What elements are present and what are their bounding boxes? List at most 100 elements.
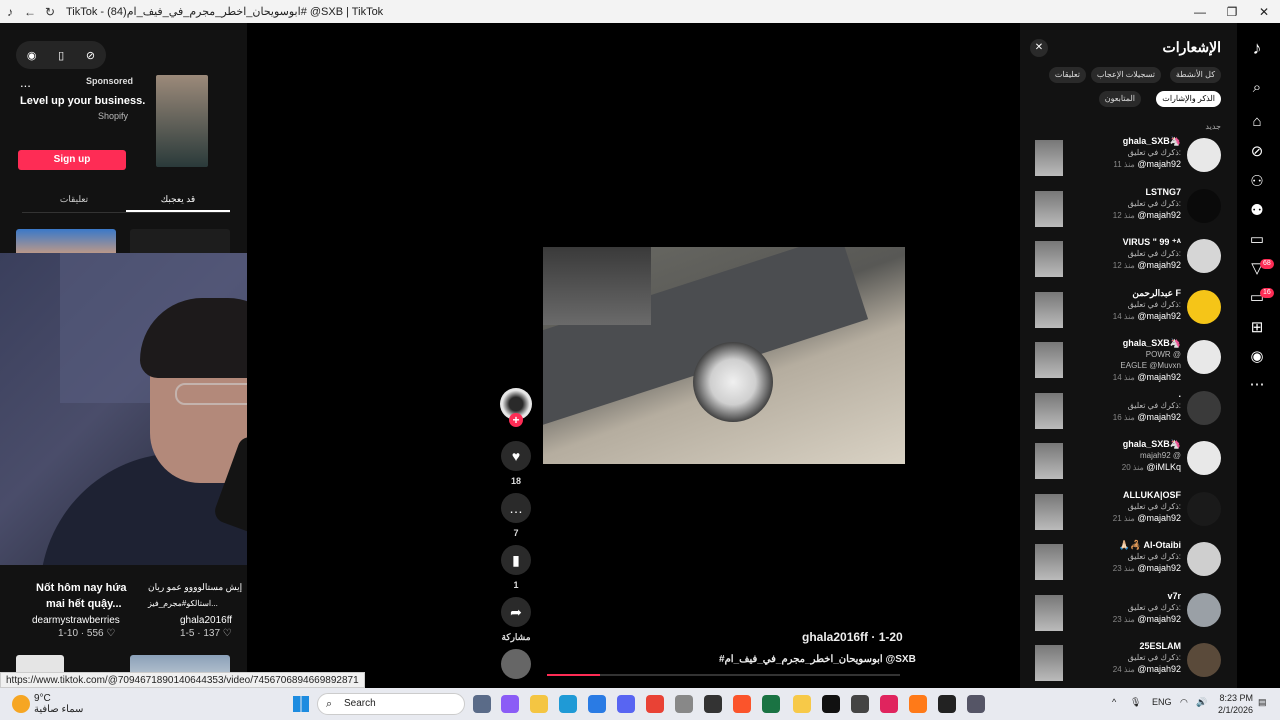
notification-name[interactable]: ghala_SXB🦄 (1123, 338, 1181, 349)
notification-mention[interactable]: @majah92 (1137, 513, 1181, 523)
notification-video-preview[interactable] (1035, 594, 1063, 631)
more-icon[interactable]: ⋯ (1246, 374, 1268, 396)
chip-comments[interactable]: تعليقات (1048, 67, 1086, 83)
profile-avatar-icon[interactable]: ◉ (1246, 346, 1268, 368)
notification-name[interactable]: v7r (1167, 591, 1181, 601)
notification-item[interactable]: 🙏🏻🦂 Al-Otaibi ذكرك في تعليق: منذ 23 @majah… (1020, 540, 1237, 586)
like-action[interactable]: ♥ 18 (500, 441, 532, 486)
compass-icon[interactable]: ⊘ (86, 49, 95, 62)
upload-icon[interactable]: ⊞ (1246, 317, 1268, 339)
notification-avatar[interactable] (1187, 188, 1221, 223)
notification-name[interactable]: VIRUS " 99 ⁺ᴬ (1123, 237, 1181, 248)
sign-up-button[interactable]: Sign up (18, 150, 126, 170)
brave-icon[interactable] (733, 695, 751, 713)
notification-name[interactable]: ALLUKA|OSF (1123, 490, 1181, 500)
app-icon[interactable] (880, 695, 898, 713)
notification-video-preview[interactable] (1035, 241, 1063, 277)
notification-mention[interactable]: @majah92 (1137, 563, 1181, 573)
close-icon[interactable]: ✕ (1030, 39, 1048, 57)
notification-item[interactable]: v7r ذكرك في تعليق: منذ 23 @majah92 (1020, 591, 1237, 637)
notification-item[interactable]: عبدالرحمن F ذكرك في تعليق: منذ 14 @majah92 (1020, 288, 1237, 334)
account-avatar-icon[interactable]: ◉ (27, 49, 37, 62)
task-view-icon[interactable] (473, 695, 491, 713)
notification-item[interactable]: ghala_SXB🦄 POWR @ منذ 14 @majah92 EAGLE @Mu… (1020, 338, 1237, 384)
notification-video-preview[interactable] (1035, 342, 1063, 378)
notification-video-preview[interactable] (1035, 544, 1063, 580)
notification-mention[interactable]: @majah92 (1137, 260, 1181, 270)
discord-icon[interactable] (617, 695, 635, 713)
notification-name[interactable]: عبدالرحمن F (1132, 288, 1181, 299)
notification-mention[interactable]: @majah92 (1137, 210, 1181, 220)
bookmark-icon[interactable]: ▮ (501, 545, 531, 575)
copilot-icon[interactable] (501, 695, 519, 713)
share-action[interactable]: ➦ مشاركة (500, 597, 532, 643)
windows-start-icon[interactable] (293, 696, 309, 712)
video-author[interactable]: dearmystrawberries (32, 615, 120, 626)
notification-item[interactable]: LSTNG7 ذكرك في تعليق: منذ 12 @majah92 (1020, 187, 1237, 233)
notification-avatar[interactable] (1187, 592, 1221, 627)
refresh-icon[interactable]: ↻ (40, 5, 60, 19)
notification-mention[interactable]: @majah92 (1137, 614, 1181, 624)
video-progress[interactable] (547, 674, 900, 676)
edge-browser-icon[interactable] (559, 695, 577, 713)
live-icon[interactable]: ▭ (1246, 229, 1268, 251)
notification-item[interactable]: 25ESLAM ذكرك في تعليق: منذ 24 @majah92 (1020, 641, 1237, 687)
notification-avatar[interactable] (1187, 643, 1221, 677)
search-icon[interactable]: ⌕ (1246, 77, 1268, 99)
notification-video-preview[interactable] (1035, 493, 1063, 530)
sound-disc-icon[interactable] (501, 649, 531, 679)
minimize-button[interactable]: — (1184, 5, 1216, 19)
weather-widget[interactable]: 9°C سماء صافية (12, 693, 83, 715)
notification-avatar[interactable] (1187, 542, 1221, 576)
notification-mention[interactable]: @majah92 (1137, 372, 1181, 382)
notification-video-preview[interactable] (1035, 190, 1063, 227)
notification-name[interactable]: 25ESLAM (1139, 641, 1181, 651)
store-icon[interactable] (588, 695, 606, 713)
notification-avatar[interactable] (1187, 239, 1221, 273)
app-icon[interactable] (938, 695, 956, 713)
notification-name[interactable]: ghala_SXB🦄 (1123, 136, 1181, 147)
notification-video-preview[interactable] (1035, 645, 1063, 681)
notification-name[interactable]: ghala_SXB🦄 (1123, 439, 1181, 450)
follow-plus-icon[interactable]: + (509, 413, 523, 427)
notification-mention[interactable]: @majah92 (1137, 159, 1181, 169)
chip-followers[interactable]: المتابعون (1098, 91, 1141, 107)
notification-item[interactable]: . ذكرك في تعليق: منذ 16 @majah92 (1020, 389, 1237, 435)
app-icon[interactable] (851, 695, 869, 713)
notification-mention[interactable]: @majah92 (1137, 311, 1181, 321)
notification-item[interactable]: ALLUKA|OSF ذكرك في تعليق: منذ 21 @majah92 (1020, 490, 1237, 536)
notification-avatar[interactable] (1187, 491, 1221, 526)
language-indicator[interactable]: ENG (1152, 697, 1172, 707)
notification-video-preview[interactable] (1035, 140, 1063, 176)
tab-comments[interactable]: تعليقات (22, 189, 126, 212)
notification-name[interactable]: . (1178, 389, 1181, 399)
video-caption[interactable]: استالكو#مجرم_فيز... (148, 599, 218, 608)
ad-thumbnail[interactable] (156, 75, 208, 167)
wifi-icon[interactable]: ◠ (1180, 697, 1188, 708)
explore-icon[interactable]: ⊘ (1246, 141, 1268, 163)
tray-chevron-icon[interactable]: ^ (1112, 697, 1116, 707)
video-caption[interactable]: إيش مستالوووو عمو ريان (148, 582, 242, 593)
notification-video-preview[interactable] (1035, 392, 1063, 429)
comment-icon[interactable]: … (501, 493, 531, 523)
notification-avatar[interactable] (1187, 138, 1221, 172)
notification-bell-icon[interactable]: ▤ (1258, 697, 1267, 708)
tab-you-may-like[interactable]: قد يعجبك (126, 189, 230, 212)
notification-mention[interactable]: @iMLKq (1146, 462, 1181, 472)
notification-mention[interactable]: @majah92 (1137, 412, 1181, 422)
app-icon[interactable] (909, 695, 927, 713)
video-caption[interactable]: mai hết quậy... (46, 598, 122, 610)
notification-avatar[interactable] (1187, 390, 1221, 425)
device-icon[interactable]: ▯ (58, 49, 64, 62)
close-button[interactable]: ✕ (1248, 5, 1280, 19)
notification-video-preview[interactable] (1035, 443, 1063, 479)
notification-item[interactable]: VIRUS " 99 ⁺ᴬ ذكرك في تعليق: منذ 12 @majah… (1020, 237, 1237, 283)
chip-all-activity[interactable]: كل الأنشطة (1169, 67, 1221, 83)
comment-action[interactable]: … 7 (500, 493, 532, 538)
video-author[interactable]: ghala2016ff (180, 615, 232, 626)
app-icon[interactable] (967, 695, 985, 713)
chip-likes[interactable]: تسجيلات الإعجاب (1090, 67, 1161, 83)
maximize-button[interactable]: ❐ (1216, 5, 1248, 19)
notification-mention[interactable]: @majah92 (1137, 664, 1181, 674)
home-icon[interactable]: ⌂ (1246, 111, 1268, 133)
